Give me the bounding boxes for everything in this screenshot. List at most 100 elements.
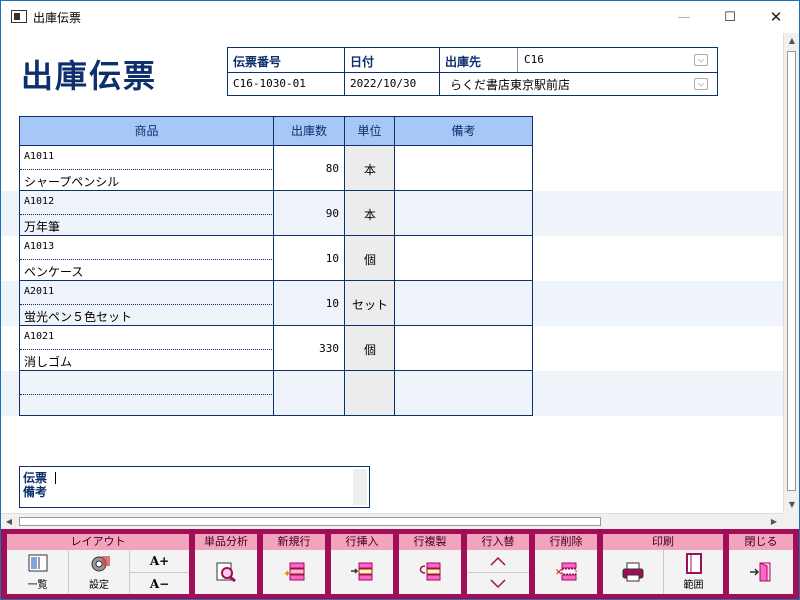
font-size-down-label: A−: [149, 576, 170, 591]
product-cell[interactable]: A1012 万年筆: [19, 191, 274, 236]
delete-row-button[interactable]: ✕: [535, 550, 597, 594]
horizontal-scroll-thumb[interactable]: [19, 517, 601, 526]
quantity-cell[interactable]: 80: [273, 146, 345, 191]
slip-header: 伝票番号 C16-1030-01 日付 2022/10/30 出庫先 C16 ⌵…: [227, 47, 718, 96]
window-title: 出庫伝票: [33, 11, 82, 25]
unit-cell[interactable]: 本: [344, 146, 395, 191]
product-cell[interactable]: A1013 ペンケース: [19, 236, 274, 281]
print-range-icon: [685, 553, 702, 574]
svg-text:✕: ✕: [555, 568, 563, 578]
printer-icon: [622, 562, 644, 582]
text-caret: [55, 472, 56, 484]
close-label: 閉じる: [729, 534, 793, 550]
quantity-cell[interactable]: 10: [273, 281, 345, 326]
form-canvas: 出庫伝票 伝票番号 C16-1030-01 日付 2022/10/30 出庫先 …: [1, 33, 783, 513]
swap-row-group: 行入替: [465, 532, 531, 596]
print-range-button[interactable]: 範囲: [663, 550, 723, 594]
copy-row-group: 行複製: [397, 532, 463, 596]
product-code: A2011: [24, 286, 55, 297]
list-view-button[interactable]: 一覧: [7, 550, 68, 594]
unit-cell[interactable]: 本: [344, 191, 395, 236]
move-row-up-button[interactable]: [467, 550, 529, 572]
app-window: 出庫伝票 — ☐ ✕ 出庫伝票 伝票番号 C16-1030-01 日付 2022…: [0, 0, 800, 600]
unit-value: 個: [363, 343, 376, 357]
magnifier-document-icon: [216, 562, 236, 583]
unit-cell[interactable]: 個: [344, 236, 395, 281]
settings-button[interactable]: 設定: [68, 550, 129, 594]
horizontal-scrollbar[interactable]: ◀ ▶: [1, 513, 783, 529]
quantity-cell[interactable]: [273, 371, 345, 416]
chevron-up-icon: [490, 556, 506, 566]
destination-name[interactable]: らくだ書店東京駅前店: [450, 76, 570, 93]
product-cell[interactable]: A1011 シャープペンシル: [19, 146, 274, 191]
destination-name-dropdown-icon[interactable]: ⌵: [694, 78, 708, 90]
insert-row-button[interactable]: [331, 550, 393, 594]
product-name: ペンケース: [24, 265, 84, 279]
memo-cell[interactable]: [394, 236, 533, 281]
quantity-cell[interactable]: 10: [273, 236, 345, 281]
product-cell[interactable]: A1021 消しゴム: [19, 326, 274, 371]
product-analysis-label: 単品分析: [195, 534, 257, 550]
memo-cell[interactable]: [394, 191, 533, 236]
font-size-down-button[interactable]: A−: [129, 572, 189, 594]
scroll-right-icon[interactable]: ▶: [766, 514, 782, 529]
copy-row-button[interactable]: [399, 550, 461, 594]
destination-label: 出庫先: [445, 55, 482, 69]
slip-memo-field[interactable]: 伝票 備考: [19, 466, 370, 508]
unit-cell[interactable]: [344, 371, 395, 416]
copy-row-label: 行複製: [399, 534, 461, 550]
close-button[interactable]: [729, 550, 793, 594]
minimize-button[interactable]: —: [661, 1, 707, 33]
slip-memo-label-line2: 備考: [23, 485, 48, 499]
exit-door-icon: [750, 562, 771, 582]
product-code: A1011: [24, 151, 55, 162]
slip-memo-scrollbar[interactable]: [353, 469, 367, 505]
delete-row-icon: ✕: [555, 562, 577, 581]
memo-cell[interactable]: [394, 281, 533, 326]
unit-cell[interactable]: セット: [344, 281, 395, 326]
maximize-button[interactable]: ☐: [707, 1, 753, 33]
scroll-down-icon[interactable]: ▼: [784, 497, 800, 513]
date-value[interactable]: 2022/10/30: [350, 77, 416, 90]
product-code: A1013: [24, 241, 55, 252]
destination-code[interactable]: C16: [524, 53, 544, 66]
close-group: 閉じる: [727, 532, 795, 596]
font-size-up-button[interactable]: A+: [129, 550, 189, 572]
column-header-product: 商品: [19, 116, 274, 146]
app-icon: [11, 10, 27, 23]
slip-no-value[interactable]: C16-1030-01: [233, 77, 306, 90]
scroll-left-icon[interactable]: ◀: [1, 514, 17, 529]
product-cell[interactable]: A2011 蛍光ペン５色セット: [19, 281, 274, 326]
move-row-down-button[interactable]: [467, 572, 529, 594]
vertical-scrollbar[interactable]: ▲ ▼: [783, 33, 799, 513]
product-code: A1012: [24, 196, 55, 207]
insert-row-group: 行挿入: [329, 532, 395, 596]
product-code: A1021: [24, 331, 55, 342]
copy-row-icon: [419, 562, 441, 581]
new-row-icon: ✦: [283, 562, 305, 581]
command-toolbar: レイアウト 一覧 設定 A+ A− 単品分析 新規行 ✦ 行挿入 行複製 行入替…: [1, 529, 799, 599]
title-bar: 出庫伝票 — ☐ ✕: [1, 1, 799, 33]
memo-cell[interactable]: [394, 371, 533, 416]
product-name: 蛍光ペン５色セット: [24, 310, 133, 324]
quantity-cell[interactable]: 90: [273, 191, 345, 236]
column-header-quantity: 出庫数: [273, 116, 345, 146]
column-header-unit: 単位: [344, 116, 395, 146]
new-row-button[interactable]: ✦: [263, 550, 325, 594]
product-analysis-button[interactable]: [195, 550, 257, 594]
quantity-cell[interactable]: 330: [273, 326, 345, 371]
slip-no-label: 伝票番号: [233, 55, 282, 69]
scroll-up-icon[interactable]: ▲: [784, 33, 800, 49]
svg-text:✦: ✦: [283, 569, 291, 580]
product-cell[interactable]: [19, 371, 274, 416]
new-row-group: 新規行 ✦: [261, 532, 327, 596]
memo-cell[interactable]: [394, 146, 533, 191]
settings-label: 設定: [89, 580, 109, 591]
memo-cell[interactable]: [394, 326, 533, 371]
unit-value: セット: [351, 298, 388, 312]
unit-cell[interactable]: 個: [344, 326, 395, 371]
print-button[interactable]: [603, 550, 663, 594]
destination-code-dropdown-icon[interactable]: ⌵: [694, 54, 708, 66]
vertical-scroll-thumb[interactable]: [787, 51, 796, 491]
close-window-button[interactable]: ✕: [753, 1, 799, 33]
